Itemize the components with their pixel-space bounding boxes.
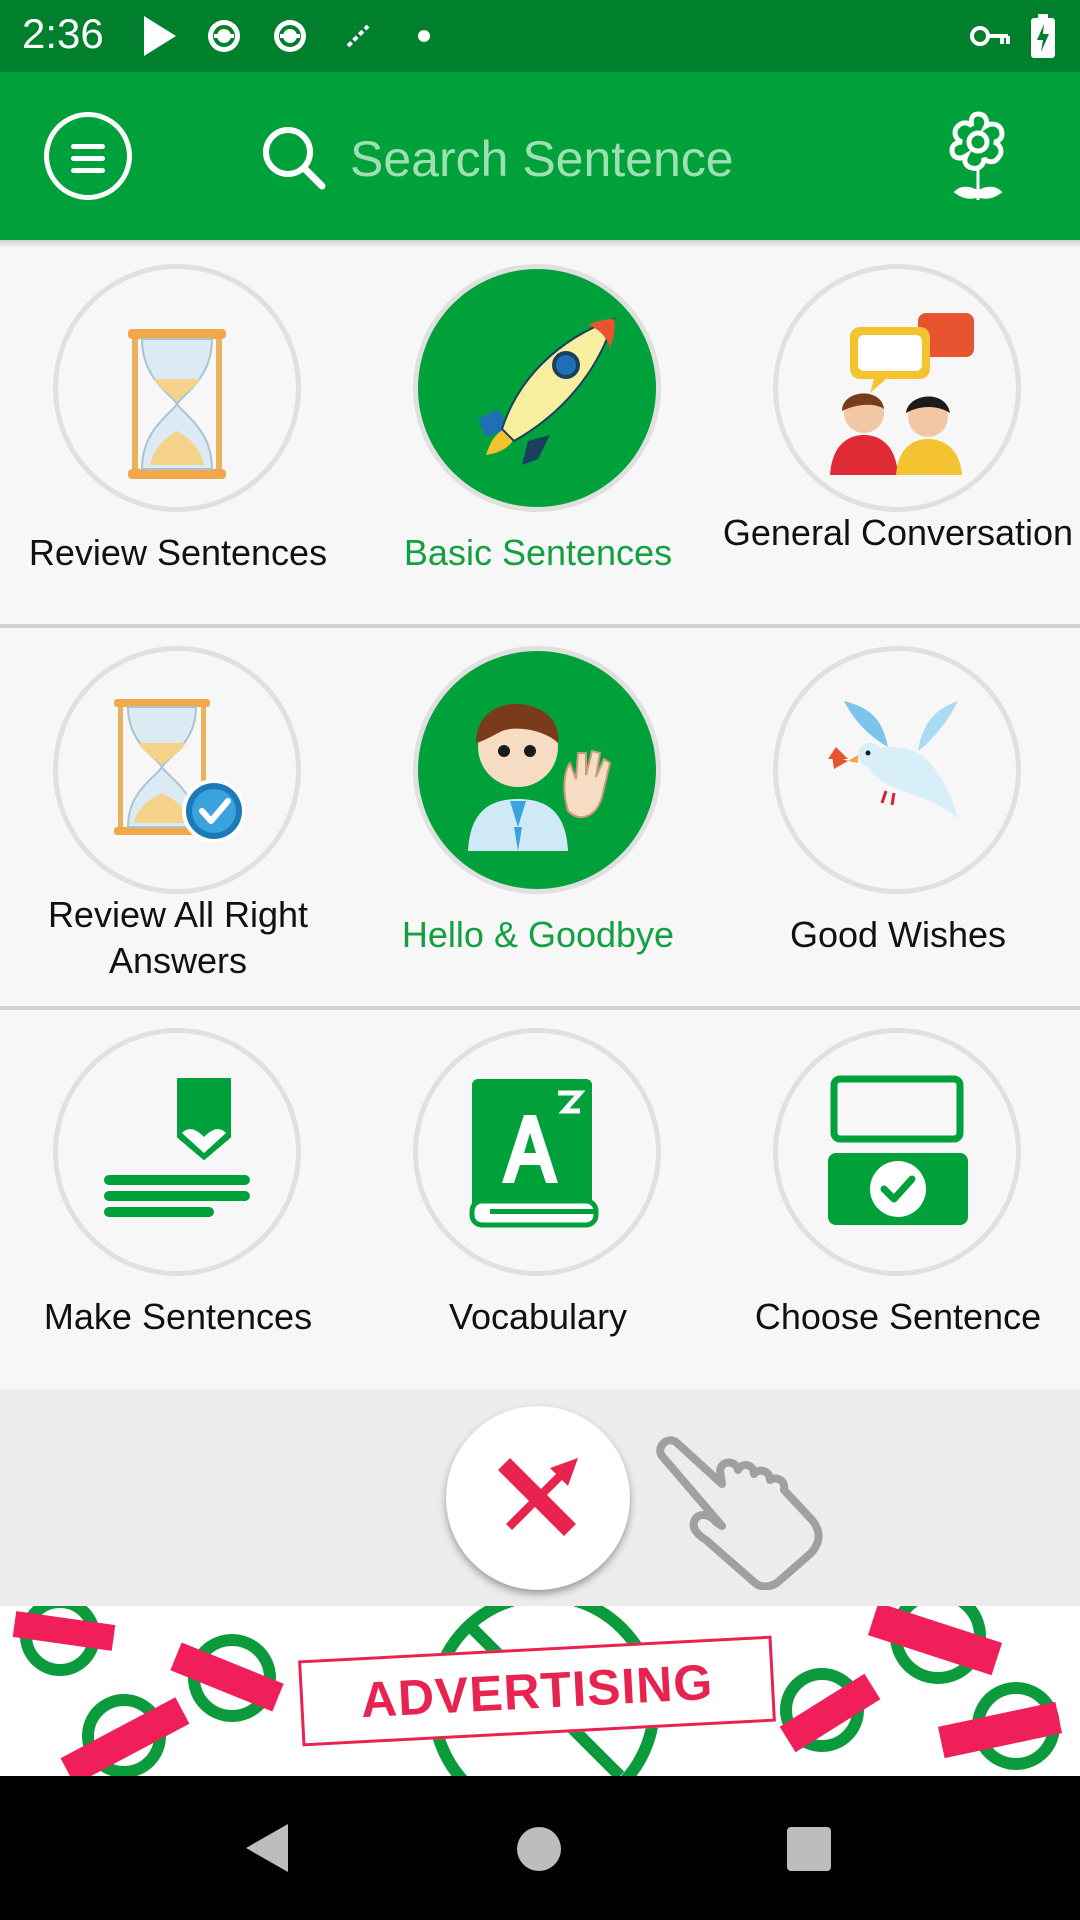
sync-icon — [274, 20, 306, 52]
category-make-sentences[interactable]: Make Sentences — [0, 1012, 360, 1386]
category-review-all-right-answers[interactable]: Review All Right Answers — [0, 630, 360, 1004]
system-nav-bar — [0, 1776, 1080, 1920]
conversation-icon — [830, 313, 974, 475]
category-choose-sentence[interactable]: Choose Sentence — [720, 1012, 1080, 1386]
ad-banner[interactable]: ADVERTISING — [0, 1606, 1080, 1776]
choose-check-icon — [828, 1075, 968, 1225]
category-icon-circle — [773, 264, 1021, 512]
battery-charging-icon — [1031, 14, 1055, 58]
category-row-2: Review All Right Answers Hello & Goodbye — [0, 630, 1080, 1004]
menu-icon-line — [71, 156, 105, 161]
category-label: Review Sentences — [28, 532, 328, 573]
menu-icon — [71, 144, 105, 149]
hourglass-check-icon — [114, 699, 246, 843]
category-icon-circle — [53, 264, 301, 512]
remove-ads-button[interactable] — [446, 1406, 630, 1590]
category-label: Choose Sentence — [754, 1296, 1042, 1337]
category-icon-circle — [413, 646, 661, 894]
category-review-sentences[interactable]: Review Sentences — [0, 248, 360, 622]
magic-icon — [346, 24, 370, 48]
waving-person-icon — [468, 703, 612, 851]
category-hello-goodbye[interactable]: Hello & Goodbye — [360, 630, 720, 1004]
category-icon-circle — [53, 646, 301, 894]
sync-icon — [208, 20, 240, 52]
search-bar[interactable] — [258, 122, 858, 192]
menu-button[interactable] — [44, 112, 132, 200]
pointing-hand-icon — [656, 1436, 823, 1590]
hourglass-icon — [128, 329, 226, 479]
dictionary-book-icon — [469, 1079, 599, 1228]
remove-ads-area — [0, 1390, 1080, 1606]
category-row-3: Make Sentences Vocabulary Choose Sentenc… — [0, 1012, 1080, 1386]
category-basic-sentences[interactable]: Basic Sentences — [360, 248, 720, 622]
dove-icon — [828, 701, 958, 819]
category-label: Vocabulary — [448, 1296, 628, 1337]
category-icon-circle — [413, 1028, 661, 1276]
dot-icon — [418, 30, 430, 42]
category-label: General Conversation — [722, 512, 1074, 553]
category-label: Make Sentences — [43, 1296, 313, 1337]
category-icon-circle — [773, 1028, 1021, 1276]
menu-icon-line — [71, 168, 105, 173]
category-good-wishes[interactable]: Good Wishes — [720, 630, 1080, 1004]
category-label: Review All Right Answers — [47, 894, 309, 981]
category-general-conversation[interactable]: General Conversation — [720, 248, 1080, 622]
play-store-icon — [144, 16, 176, 56]
no-ads-icon — [498, 1458, 578, 1536]
category-label: Basic Sentences — [403, 532, 673, 573]
category-row-1: Review Sentences Basic Sentences General… — [0, 248, 1080, 622]
back-icon[interactable] — [244, 1822, 290, 1874]
category-label: Good Wishes — [789, 914, 1007, 955]
status-time: 2:36 — [22, 10, 104, 57]
app-bar-shadow — [0, 240, 1080, 248]
home-icon[interactable] — [516, 1826, 562, 1872]
category-icon-circle — [773, 646, 1021, 894]
status-bar: 2:36 — [0, 0, 1080, 72]
search-icon — [263, 127, 326, 190]
rocket-icon — [478, 317, 616, 465]
category-vocabulary[interactable]: Vocabulary — [360, 1012, 720, 1386]
flower-gear-icon[interactable] — [938, 108, 1018, 204]
row-divider — [0, 624, 1080, 628]
search-input[interactable] — [348, 126, 852, 192]
row-divider — [0, 1006, 1080, 1010]
recents-icon[interactable] — [786, 1826, 832, 1872]
category-label: Hello & Goodbye — [401, 914, 675, 955]
category-icon-circle — [413, 264, 661, 512]
category-icon-circle — [53, 1028, 301, 1276]
app-bar — [0, 72, 1080, 240]
vpn-key-icon — [970, 26, 1010, 46]
pencil-lines-icon — [104, 1078, 250, 1217]
